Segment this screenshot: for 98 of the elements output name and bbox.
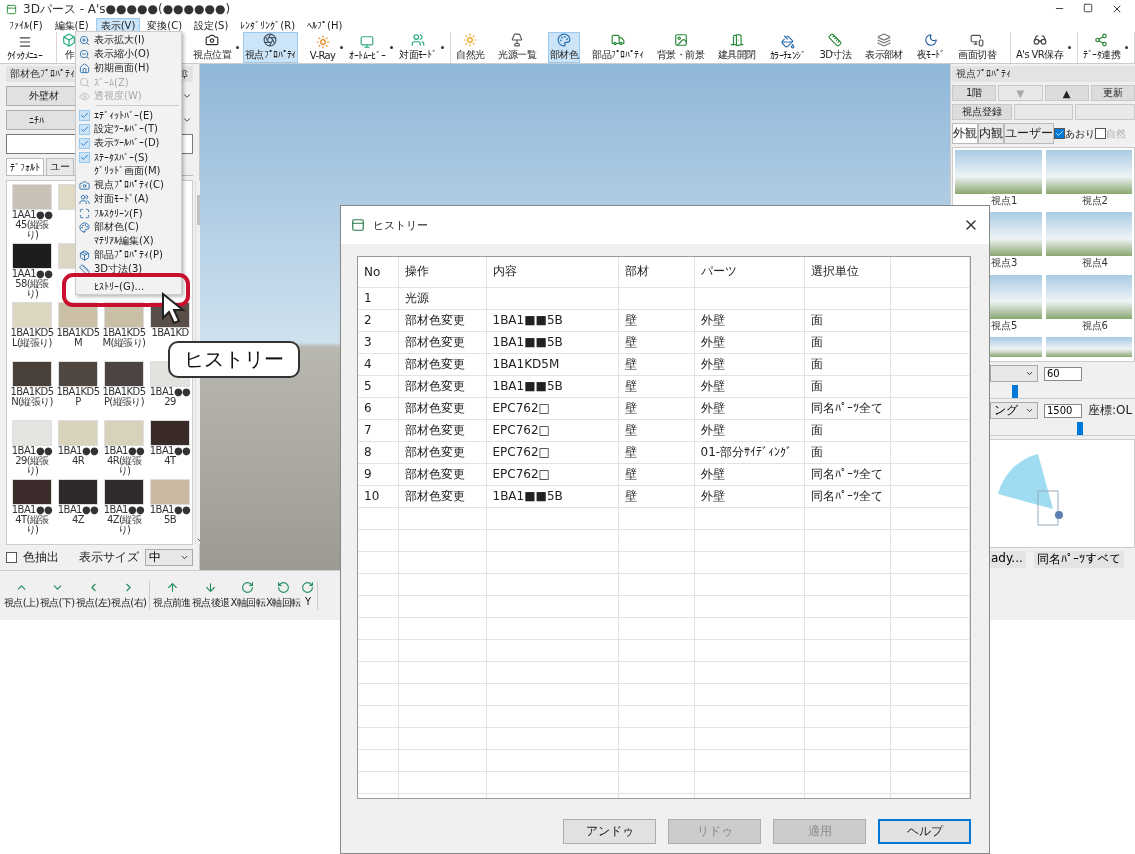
table-cell: 部材色変更	[398, 309, 486, 331]
size-label: 表示サイズ	[79, 549, 139, 566]
status-text: ady...	[988, 551, 1026, 568]
thumbnail-label: 視点2	[1080, 194, 1109, 208]
unit-label: 座標:OL	[1088, 402, 1133, 419]
callout-tooltip: ヒストリー	[168, 341, 300, 378]
swatch-label: 1BA1●●4R(縦張り)	[102, 446, 146, 477]
table-cell: 同名ﾊﾟｰﾂ全て	[804, 463, 890, 485]
swatch-label: 1BA1KD5N(縦張り)	[10, 387, 54, 409]
table-cell: 壁	[618, 353, 694, 375]
table-cell: EPC762□	[486, 441, 618, 463]
table-cell: 面	[804, 353, 890, 375]
thumbnail-label: 視点5	[990, 318, 1019, 333]
table-cell: 1BA1■■5B	[486, 331, 618, 353]
status-text: 同名ﾊﾟｰﾂすべて	[1033, 551, 1124, 568]
table-cell: 3	[358, 331, 398, 353]
table-cell: 2	[358, 309, 398, 331]
column-header: No	[358, 257, 398, 287]
column-header: パーツ	[694, 257, 804, 287]
table-cell: 1	[358, 287, 398, 309]
table-cell: 壁	[618, 441, 694, 463]
table-cell: 1BA1■■5B	[486, 485, 618, 507]
swatch-label: 1BA1KD5M	[56, 328, 100, 350]
table-cell: 部材色変更	[398, 441, 486, 463]
table-cell: 壁	[618, 331, 694, 353]
table-cell: 面	[804, 375, 890, 397]
thumbnail-label: 視点6	[1080, 318, 1109, 333]
table-cell: 9	[358, 463, 398, 485]
table-cell: 7	[358, 419, 398, 441]
checkbox-label: あおり	[1065, 126, 1095, 141]
table-cell: 外壁	[694, 463, 804, 485]
table-cell: 同名ﾊﾟｰﾂ全て	[804, 397, 890, 419]
table-cell: 外壁	[694, 331, 804, 353]
column-header: 内容	[486, 257, 618, 287]
swatch-label: 1BA1●●4T	[148, 446, 192, 468]
window-title: 3Dパース - A's●●●●●(●●●●●●)	[23, 0, 232, 18]
swatch-label: 1BA1●●4T(縦張り)	[10, 505, 54, 536]
swatch-label: 1BA1KD5M(縦張り)	[102, 328, 146, 350]
table-cell: 01-部分ｻｲﾃﾞｨﾝｸﾞ	[694, 441, 804, 463]
thumbnail-label: 視点3	[990, 256, 1019, 271]
column-header: 部材	[618, 257, 694, 287]
table-cell: 部材色変更	[398, 485, 486, 507]
swatch-label: 1BA1●●29(縦張り)	[10, 446, 54, 477]
table-cell: 外壁	[694, 419, 804, 441]
table-cell: 部材色変更	[398, 331, 486, 353]
swatch-label: 1AA1●●58(縦張り)	[10, 269, 54, 300]
swatch-label: 1BA1KD5P	[56, 387, 100, 409]
column-header: 選択単位	[804, 257, 890, 287]
table-cell: 壁	[618, 463, 694, 485]
checkbox-label: 色抽出	[23, 549, 59, 566]
swatch-label: 1BA1KD5L(縦張り)	[10, 328, 54, 350]
swatch-label: 1BA1●●4R	[56, 446, 100, 468]
table-cell: 4	[358, 353, 398, 375]
swatch-label: 1BA1●●5B	[148, 505, 192, 527]
dialog-title: ヒストリー	[373, 217, 429, 233]
table-cell: 外壁	[694, 309, 804, 331]
table-cell: 面	[804, 441, 890, 463]
swatch-label: 1BA1KD5P(縦張り)	[102, 387, 146, 409]
table-cell: 部材色変更	[398, 353, 486, 375]
table-cell: 外壁	[694, 397, 804, 419]
table-cell: 8	[358, 441, 398, 463]
swatch-label: 1BA1KD	[150, 328, 190, 340]
table-cell: 6	[358, 397, 398, 419]
thumbnail-label: 視点4	[1080, 256, 1109, 271]
table-cell: 部材色変更	[398, 397, 486, 419]
table-cell: 部材色変更	[398, 463, 486, 485]
table-cell: EPC762□	[486, 419, 618, 441]
table-cell: 部材色変更	[398, 375, 486, 397]
table-cell: 外壁	[694, 375, 804, 397]
swatch-label: 1AA1●●45(縦張り)	[10, 210, 54, 241]
checkbox-label: 自然	[1106, 126, 1126, 141]
swatch-label: 1BA1●●4Z	[56, 505, 100, 527]
table-cell: 外壁	[694, 485, 804, 507]
table-cell: 壁	[618, 397, 694, 419]
table-cell: 1BA1KD5M	[486, 353, 618, 375]
table-cell: 壁	[618, 309, 694, 331]
table-cell: 同名ﾊﾟｰﾂ全て	[804, 485, 890, 507]
table-cell: 光源	[398, 287, 486, 309]
table-cell: 面	[804, 309, 890, 331]
table-cell: 10	[358, 485, 398, 507]
panel-title: 部材色ﾌﾟﾛﾊﾟﾃｨ	[10, 67, 75, 81]
table-cell: 壁	[618, 485, 694, 507]
thumbnail-label: 視点1	[990, 194, 1019, 208]
swatch-label: 1BA1●●4Z(縦張り)	[102, 505, 146, 536]
table-cell: 外壁	[694, 353, 804, 375]
table-cell: 面	[804, 419, 890, 441]
panel-title: 視点ﾌﾟﾛﾊﾟﾃｨ	[956, 67, 1011, 81]
table-cell: EPC762□	[486, 397, 618, 419]
column-header: 操作	[398, 257, 486, 287]
swatch-label: 1BA1●●29	[148, 387, 192, 409]
table-cell: 5	[358, 375, 398, 397]
table-cell: 壁	[618, 375, 694, 397]
table-cell: 部材色変更	[398, 419, 486, 441]
table-cell: EPC762□	[486, 463, 618, 485]
table-cell: 1BA1■■5B	[486, 309, 618, 331]
table-cell: 壁	[618, 419, 694, 441]
table-cell: 1BA1■■5B	[486, 375, 618, 397]
table-cell: 面	[804, 331, 890, 353]
